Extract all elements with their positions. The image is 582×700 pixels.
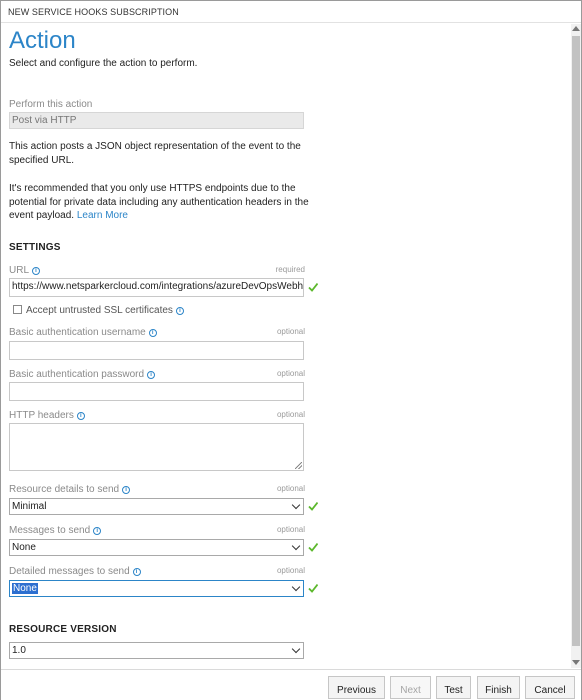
perform-action-field: Post via HTTP xyxy=(9,112,304,129)
messages-select[interactable]: None xyxy=(9,539,304,556)
perform-action-label: Perform this action xyxy=(9,99,93,110)
resource-details-optional-hint: optional xyxy=(276,484,305,493)
info-icon[interactable]: i xyxy=(132,568,141,576)
ssl-checkbox[interactable] xyxy=(13,305,22,314)
resource-details-select[interactable]: Minimal xyxy=(9,498,304,515)
messages-label: Messages to send i xyxy=(9,525,102,536)
vertical-scrollbar[interactable] xyxy=(571,24,581,668)
password-label: Basic authentication password i xyxy=(9,369,156,380)
http-headers-label-text: HTTP headers xyxy=(9,410,74,421)
resource-details-label: Resource details to send i xyxy=(9,484,131,495)
info-icon[interactable]: i xyxy=(175,307,184,315)
finish-button[interactable]: Finish xyxy=(477,676,520,699)
http-headers-label: HTTP headers i xyxy=(9,410,85,421)
chevron-down-icon xyxy=(291,500,301,510)
info-icon[interactable]: i xyxy=(93,527,102,535)
detailed-messages-label-text: Detailed messages to send xyxy=(9,566,130,577)
resource-version-header: RESOURCE VERSION xyxy=(9,624,117,635)
username-optional-hint: optional xyxy=(276,327,305,336)
username-input[interactable] xyxy=(9,341,304,360)
chevron-down-icon xyxy=(291,582,301,592)
detailed-messages-value: None xyxy=(12,583,38,594)
resource-version-select[interactable]: 1.0 xyxy=(9,642,304,659)
password-label-text: Basic authentication password xyxy=(9,369,145,380)
detailed-messages-select[interactable]: None xyxy=(9,580,304,597)
https-recommendation: It's recommended that you only use HTTPS… xyxy=(9,182,309,223)
settings-header: SETTINGS xyxy=(9,242,61,253)
dialog-content-scroll-area[interactable]: Action Select and configure the action t… xyxy=(1,24,581,668)
url-input[interactable]: https://www.netsparkercloud.com/integrat… xyxy=(9,278,304,297)
checkmark-icon xyxy=(308,583,318,593)
next-button[interactable]: Next xyxy=(390,676,431,699)
checkmark-icon xyxy=(308,542,318,552)
page-title: Action xyxy=(9,27,76,54)
test-button[interactable]: Test xyxy=(436,676,471,699)
info-icon[interactable]: i xyxy=(122,486,131,494)
https-recommendation-text: It's recommended that you only use HTTPS… xyxy=(9,183,309,221)
ssl-checkbox-row[interactable]: Accept untrusted SSL certificates i xyxy=(13,305,184,316)
info-icon[interactable]: i xyxy=(32,267,41,275)
messages-value: None xyxy=(12,542,36,553)
resource-details-value: Minimal xyxy=(12,501,47,512)
scroll-up-arrow-icon[interactable] xyxy=(572,26,580,31)
resource-version-value: 1.0 xyxy=(12,645,26,656)
http-headers-optional-hint: optional xyxy=(276,410,305,419)
info-icon[interactable]: i xyxy=(76,412,85,420)
resize-grip-icon[interactable] xyxy=(295,462,302,469)
url-label: URL i xyxy=(9,265,41,276)
learn-more-link[interactable]: Learn More xyxy=(77,210,128,221)
chevron-down-icon xyxy=(291,644,301,654)
messages-optional-hint: optional xyxy=(276,525,305,534)
detailed-messages-optional-hint: optional xyxy=(276,566,305,575)
info-icon[interactable]: i xyxy=(147,371,156,379)
chevron-down-icon xyxy=(291,541,301,551)
cancel-button[interactable]: Cancel xyxy=(525,676,575,699)
ssl-checkbox-label: Accept untrusted SSL certificates xyxy=(26,305,173,316)
scroll-down-arrow-icon[interactable] xyxy=(572,660,580,665)
previous-button[interactable]: Previous xyxy=(328,676,385,699)
page-subtitle: Select and configure the action to perfo… xyxy=(9,58,198,69)
dialog-footer: Previous Next Test Finish Cancel xyxy=(1,669,581,700)
password-input[interactable] xyxy=(9,382,304,401)
url-required-hint: required xyxy=(275,265,305,274)
http-headers-textarea[interactable] xyxy=(9,423,304,471)
action-description: This action posts a JSON object represen… xyxy=(9,141,301,166)
checkmark-icon xyxy=(308,501,318,511)
username-label-text: Basic authentication username xyxy=(9,327,146,338)
info-icon[interactable]: i xyxy=(148,329,157,337)
service-hooks-dialog: NEW SERVICE HOOKS SUBSCRIPTION Action Se… xyxy=(0,0,582,700)
checkmark-icon xyxy=(308,282,318,292)
dialog-title: NEW SERVICE HOOKS SUBSCRIPTION xyxy=(1,1,581,23)
scroll-thumb[interactable] xyxy=(572,36,580,646)
detailed-messages-label: Detailed messages to send i xyxy=(9,566,141,577)
url-label-text: URL xyxy=(9,265,30,276)
password-optional-hint: optional xyxy=(276,369,305,378)
username-label: Basic authentication username i xyxy=(9,327,157,338)
resource-details-label-text: Resource details to send xyxy=(9,484,120,495)
messages-label-text: Messages to send xyxy=(9,525,91,536)
